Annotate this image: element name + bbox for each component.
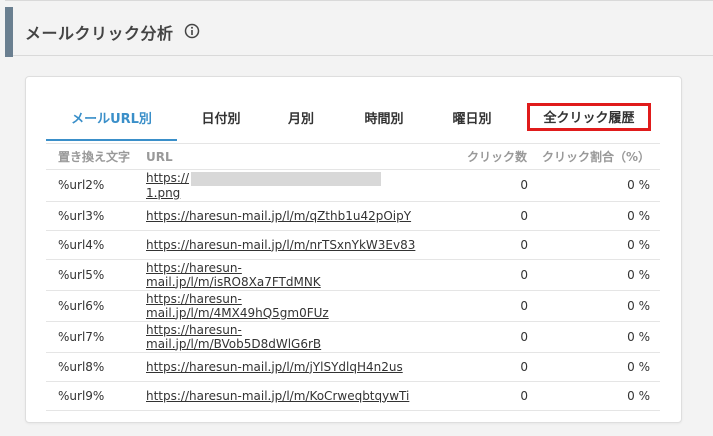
table-row: %url2% https://1.png 0 0 % <box>46 170 660 202</box>
table-row: %url4% https://haresun-mail.jp/l/m/nrTSx… <box>46 230 660 259</box>
url-click-table: 置き換え文字 URL クリック数 クリック割合（%） %url2% https:… <box>46 143 660 411</box>
url-cell: https://1.png <box>145 170 417 202</box>
tab-weekday[interactable]: 曜日別 <box>442 101 502 139</box>
url-cell: https://haresun-mail.jp/l/m/isRO8Xa7FTdM… <box>145 259 417 290</box>
table-row: %url6% https://haresun-mail.jp/l/m/4MX49… <box>46 290 660 321</box>
analysis-card: メールURL別 日付別 月別 時間別 曜日別 全クリック履歴 置き換え文字 UR… <box>25 76 682 423</box>
column-header-clicks: クリック数 <box>417 143 528 170</box>
clicks-cell: 0 <box>520 208 528 223</box>
click-rate-cell: 0 % <box>627 267 650 282</box>
click-rate-cell: 0 % <box>627 359 650 374</box>
url-link[interactable]: https://haresun-mail.jp/l/m/4MX49hQ5gm0F… <box>146 292 329 320</box>
redacted-url-mask <box>191 171 382 186</box>
url-suffix: 1.png <box>146 185 181 200</box>
replace-text-cell: %url6% <box>58 298 105 313</box>
clicks-cell: 0 <box>520 359 528 374</box>
url-cell: https://haresun-mail.jp/l/m/qZthb1u42pOi… <box>145 201 417 230</box>
click-rate-cell: 0 % <box>627 208 650 223</box>
url-cell: https://haresun-mail.jp/l/m/nrTSxnYkW3Ev… <box>145 230 417 259</box>
table-header-row: 置き換え文字 URL クリック数 クリック割合（%） <box>46 143 660 170</box>
url-link[interactable]: https://haresun-mail.jp/l/m/jYlSYdlqH4n2… <box>146 360 403 374</box>
click-rate-cell: 0 % <box>627 329 650 344</box>
clicks-cell: 0 <box>520 237 528 252</box>
click-rate-cell: 0 % <box>627 388 650 403</box>
table-row: %url3% https://haresun-mail.jp/l/m/qZthb… <box>46 201 660 230</box>
tab-mail-url[interactable]: メールURL別 <box>46 101 177 141</box>
click-rate-cell: 0 % <box>627 298 650 313</box>
replace-text-cell: %url5% <box>58 267 105 282</box>
tab-bar: メールURL別 日付別 月別 時間別 曜日別 全クリック履歴 <box>46 101 666 141</box>
replace-text-cell: %url7% <box>58 329 105 344</box>
url-link[interactable]: https://haresun-mail.jp/l/m/BVob5D8dWlG6… <box>146 323 321 351</box>
tab-date[interactable]: 日付別 <box>191 101 251 139</box>
replace-text-cell: %url8% <box>58 359 105 374</box>
column-header-click-rate: クリック割合（%） <box>528 143 660 170</box>
clicks-cell: 0 <box>520 178 528 193</box>
replace-text-cell: %url2% <box>58 178 105 193</box>
replace-text-cell: %url4% <box>58 237 105 252</box>
table-row: %url9% https://haresun-mail.jp/l/m/KoCrw… <box>46 381 660 410</box>
replace-text-cell: %url3% <box>58 208 105 223</box>
clicks-cell: 0 <box>520 298 528 313</box>
url-cell: https://haresun-mail.jp/l/m/BVob5D8dWlG6… <box>145 321 417 352</box>
clicks-cell: 0 <box>520 329 528 344</box>
page-title: メールクリック分析 <box>25 24 174 43</box>
table-row: %url8% https://haresun-mail.jp/l/m/jYlSY… <box>46 352 660 381</box>
tab-hour[interactable]: 時間別 <box>354 101 414 139</box>
url-cell: https://haresun-mail.jp/l/m/jYlSYdlqH4n2… <box>145 352 417 381</box>
click-rate-cell: 0 % <box>627 237 650 252</box>
url-prefix: https:// <box>146 171 190 185</box>
table-row: %url5% https://haresun-mail.jp/l/m/isRO8… <box>46 259 660 290</box>
click-rate-cell: 0 % <box>627 178 650 193</box>
header-accent-bar <box>5 7 13 57</box>
url-link[interactable]: https://1.png <box>146 171 383 200</box>
replace-text-cell: %url9% <box>58 388 105 403</box>
tab-all-click-history[interactable]: 全クリック履歴 <box>527 103 651 131</box>
clicks-cell: 0 <box>520 267 528 282</box>
url-link[interactable]: https://haresun-mail.jp/l/m/nrTSxnYkW3Ev… <box>146 238 415 252</box>
clicks-cell: 0 <box>520 388 528 403</box>
column-header-replace-text: 置き換え文字 <box>46 143 145 170</box>
info-icon[interactable] <box>184 23 200 39</box>
url-link[interactable]: https://haresun-mail.jp/l/m/KoCrweqbtqyw… <box>146 389 409 403</box>
tab-month[interactable]: 月別 <box>276 101 326 139</box>
table-row: %url7% https://haresun-mail.jp/l/m/BVob5… <box>46 321 660 352</box>
url-link[interactable]: https://haresun-mail.jp/l/m/qZthb1u42pOi… <box>146 209 411 223</box>
column-header-url: URL <box>145 143 417 170</box>
url-link[interactable]: https://haresun-mail.jp/l/m/isRO8Xa7FTdM… <box>146 261 321 289</box>
url-cell: https://haresun-mail.jp/l/m/4MX49hQ5gm0F… <box>145 290 417 321</box>
page-header: メールクリック分析 <box>5 0 713 57</box>
url-cell: https://haresun-mail.jp/l/m/KoCrweqbtqyw… <box>145 381 417 410</box>
